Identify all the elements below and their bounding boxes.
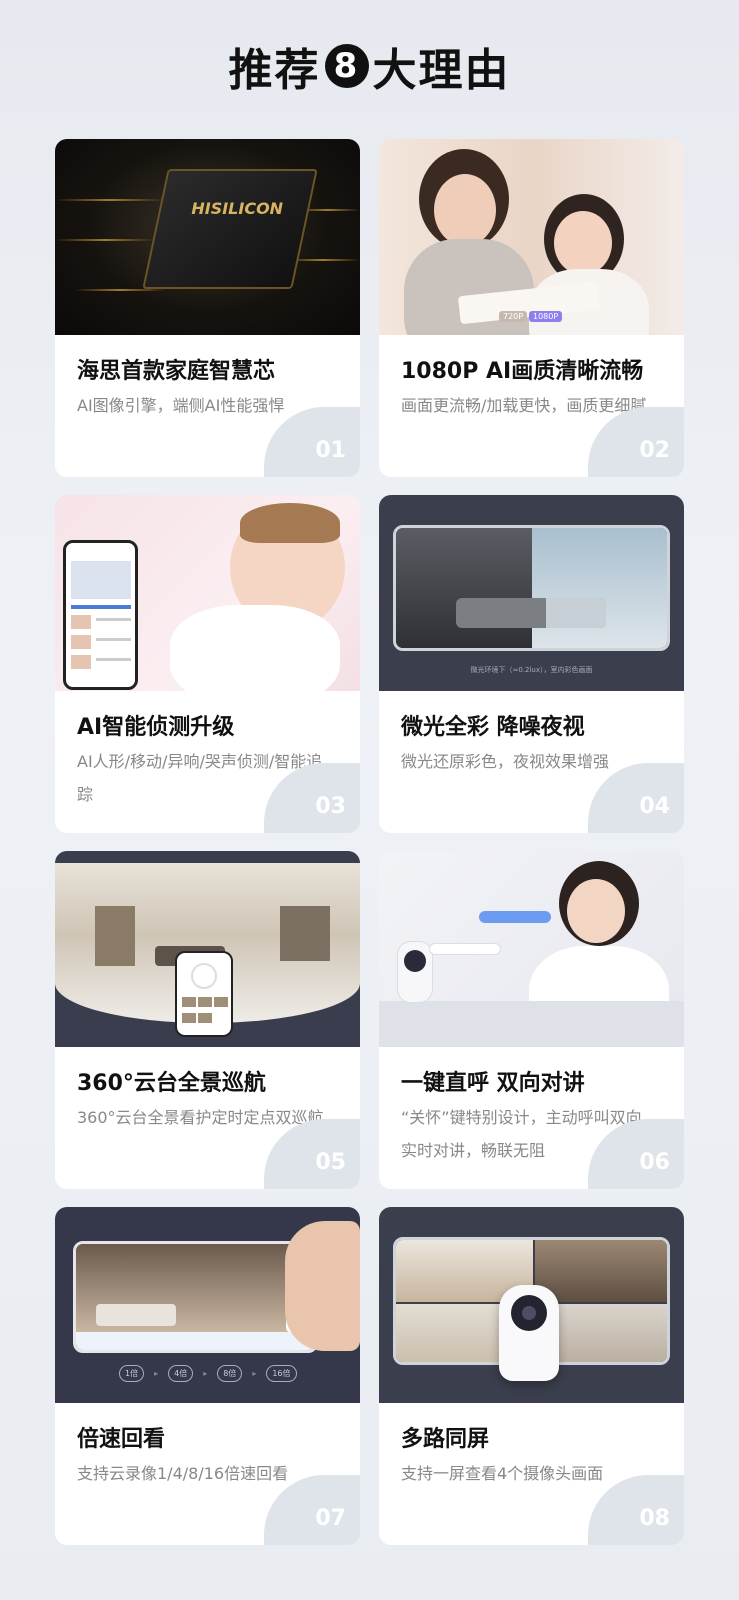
camera-device — [397, 941, 433, 1003]
page-title: 推荐 8 大理由 — [0, 34, 739, 98]
chip-image: HISILICON — [55, 139, 360, 335]
hisilicon-logo: HISILICON — [191, 199, 284, 218]
title-number-badge: 8 — [324, 44, 369, 88]
panorama-image — [55, 851, 360, 1047]
title-suffix: 大理由 — [372, 45, 511, 96]
reason-card-06[interactable]: 一键直呼 双向对讲 “关怀”键特别设计，主动呼叫双向实时对讲，畅联无阻 06 — [379, 851, 684, 1189]
card-number: 01 — [315, 438, 346, 463]
camera-device — [499, 1285, 559, 1381]
card-number: 03 — [315, 794, 346, 819]
card-title: 微光全彩 降噪夜视 — [401, 715, 585, 740]
speed-4: 4倍 — [168, 1365, 194, 1382]
card-title: 一键直呼 双向对讲 — [401, 1071, 585, 1096]
hand-shape — [285, 1221, 360, 1351]
night-vision-image: 微光环境下（≈0.2lux），室内彩色画面 — [379, 495, 684, 691]
card-title: AI智能侦测升级 — [77, 715, 235, 740]
title-prefix: 推荐 — [228, 45, 321, 96]
reason-card-05[interactable]: 360°云台全景巡航 360°云台全景看护定时定点双巡航 05 — [55, 851, 360, 1189]
card-number: 04 — [639, 794, 670, 819]
multi-screen-image — [379, 1207, 684, 1403]
card-title: 360°云台全景巡航 — [77, 1071, 266, 1096]
card-number: 08 — [639, 1506, 670, 1531]
reason-card-08[interactable]: 多路同屏 支持一屏查看4个摄像头画面 08 — [379, 1207, 684, 1545]
reason-card-03[interactable]: AI智能侦测升级 AI人形/移动/异响/哭声侦测/智能追踪 03 — [55, 495, 360, 833]
card-number: 02 — [639, 438, 670, 463]
card-number: 07 — [315, 1506, 346, 1531]
reason-card-07[interactable]: 1x 4x 8x 16x 1倍 ▸ 4倍 ▸ 8倍 ▸ 16倍 倍速回看 支持云… — [55, 1207, 360, 1545]
card-title: 倍速回看 — [77, 1427, 166, 1452]
phone-mockup — [63, 540, 138, 690]
speed-1: 1倍 — [119, 1365, 145, 1382]
tag-1080p: 1080P — [529, 311, 563, 322]
arrow-icon: ▸ — [154, 1369, 159, 1378]
baby-image — [55, 495, 360, 691]
tablet-screen — [393, 525, 670, 651]
arrow-icon: ▸ — [252, 1369, 257, 1378]
card-title: 1080P AI画质清晰流畅 — [401, 359, 644, 384]
reason-card-02[interactable]: 720P 1080P 1080P AI画质清晰流畅 画面更流畅/加载更快，画质更… — [379, 139, 684, 477]
speed-8: 8倍 — [217, 1365, 243, 1382]
card-title: 海思首款家庭智慧芯 — [77, 359, 276, 384]
speed-16: 16倍 — [266, 1365, 297, 1382]
reason-card-04[interactable]: 微光环境下（≈0.2lux），室内彩色画面 微光全彩 降噪夜视 微光还原彩色，夜… — [379, 495, 684, 833]
tag-720p: 720P — [499, 311, 528, 322]
card-number: 05 — [315, 1150, 346, 1175]
card-title: 多路同屏 — [401, 1427, 490, 1452]
chip-shape: HISILICON — [142, 169, 318, 289]
phone-landscape: 1x 4x 8x 16x — [73, 1241, 318, 1353]
girl-camera-image — [379, 851, 684, 1047]
card-number: 06 — [639, 1150, 670, 1175]
mother-daughter-image: 720P 1080P — [379, 139, 684, 335]
night-caption: 微光环境下（≈0.2lux），室内彩色画面 — [470, 666, 593, 674]
phone-mockup — [175, 951, 233, 1037]
arrow-icon: ▸ — [203, 1369, 208, 1378]
reason-card-01[interactable]: HISILICON 海思首款家庭智慧芯 AI图像引擎，端侧AI性能强悍 01 — [55, 139, 360, 477]
speed-steps: 1倍 ▸ 4倍 ▸ 8倍 ▸ 16倍 — [119, 1365, 297, 1382]
playback-image: 1x 4x 8x 16x 1倍 ▸ 4倍 ▸ 8倍 ▸ 16倍 — [55, 1207, 360, 1403]
